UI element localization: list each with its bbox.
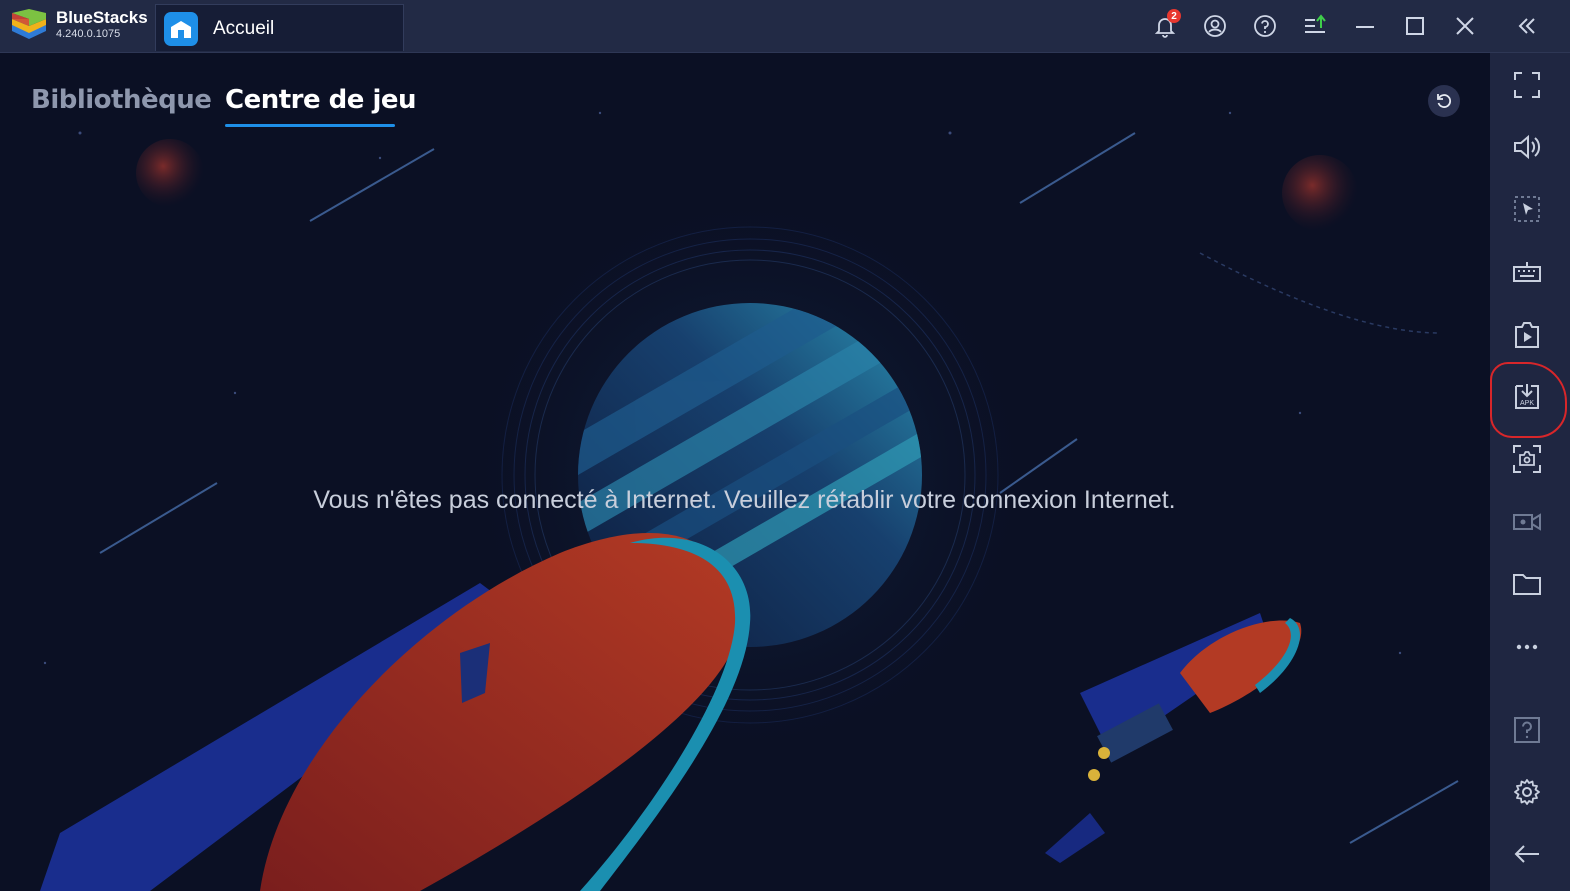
back-button[interactable] xyxy=(1507,834,1547,874)
brand-name: BlueStacks xyxy=(56,8,148,27)
macro-button[interactable] xyxy=(1507,315,1547,355)
volume-icon xyxy=(1514,134,1541,160)
right-sidebar: APK xyxy=(1490,53,1570,891)
settings-button[interactable] xyxy=(1507,772,1547,812)
collapse-sidebar-icon xyxy=(1518,18,1535,34)
version-label: 4.240.0.1075 xyxy=(56,28,121,40)
pointer-mode-button[interactable] xyxy=(1507,189,1547,229)
more-button[interactable] xyxy=(1507,627,1547,667)
refresh-icon xyxy=(1437,94,1452,108)
fullscreen-button[interactable] xyxy=(1507,65,1547,105)
help-icon xyxy=(1254,15,1276,37)
title-bar: BlueStacks 4.240.0.1075 Accueil 2 xyxy=(0,0,1570,53)
refresh-button[interactable] xyxy=(1428,85,1460,117)
home-icon xyxy=(164,12,198,46)
tab-home[interactable]: Accueil xyxy=(155,4,404,51)
help-icon xyxy=(1514,717,1540,743)
tab-game-center[interactable]: Centre de jeu xyxy=(225,85,417,115)
install-apk-button[interactable]: APK xyxy=(1507,377,1547,417)
macro-icon xyxy=(1515,322,1539,348)
minimize-button[interactable] xyxy=(1352,13,1378,39)
close-button[interactable] xyxy=(1452,13,1478,39)
screenshot-icon xyxy=(1513,445,1541,473)
offline-message: Vous n'êtes pas connecté à Internet. Veu… xyxy=(313,486,1176,514)
maximize-button[interactable] xyxy=(1402,13,1428,39)
tab-home-label: Accueil xyxy=(213,18,275,39)
settings-icon xyxy=(1514,779,1540,805)
active-tab-indicator xyxy=(225,124,395,127)
collapse-sidebar-button[interactable] xyxy=(1514,13,1540,39)
folder-icon xyxy=(1513,574,1541,595)
update-icon xyxy=(1305,14,1326,33)
notifications-button[interactable]: 2 xyxy=(1152,9,1181,39)
maximize-icon xyxy=(1406,17,1424,35)
screenshot-button[interactable] xyxy=(1507,439,1547,479)
more-icon xyxy=(1516,644,1538,650)
back-icon xyxy=(1514,845,1539,863)
pointer-icon xyxy=(1514,196,1540,222)
keyboard-icon xyxy=(1513,262,1541,282)
media-folder-button[interactable] xyxy=(1507,564,1547,604)
help-button[interactable] xyxy=(1252,13,1278,39)
keyboard-button[interactable] xyxy=(1507,252,1547,292)
account-icon xyxy=(1204,15,1226,37)
bluestacks-logo-icon xyxy=(12,9,46,39)
volume-button[interactable] xyxy=(1507,127,1547,167)
record-button[interactable] xyxy=(1507,502,1547,542)
close-icon xyxy=(1456,17,1474,35)
game-center-panel: Bibliothèque Centre de jeu Vous n'êtes p… xyxy=(0,53,1489,891)
notification-badge: 2 xyxy=(1167,9,1181,23)
record-icon xyxy=(1513,513,1541,531)
tab-library[interactable]: Bibliothèque xyxy=(31,85,212,115)
sidebar-help-button[interactable] xyxy=(1507,710,1547,750)
space-illustration xyxy=(40,111,1459,891)
minimize-icon xyxy=(1356,26,1374,28)
fullscreen-icon xyxy=(1514,72,1540,98)
update-button[interactable] xyxy=(1302,13,1328,39)
account-button[interactable] xyxy=(1202,13,1228,39)
apk-label: APK xyxy=(1520,400,1534,407)
install-apk-icon: APK xyxy=(1515,384,1539,409)
